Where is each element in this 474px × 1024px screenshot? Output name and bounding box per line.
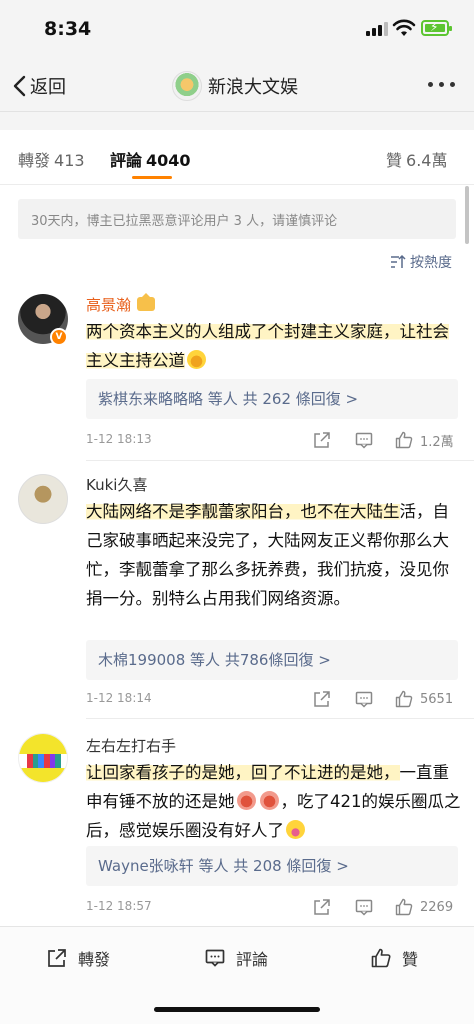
avatar[interactable] — [18, 733, 68, 783]
repost-icon — [48, 949, 66, 967]
comment-divider — [86, 460, 474, 461]
like-button[interactable]: 1.2萬 — [394, 430, 454, 450]
comment-username[interactable]: Kuki久喜 — [86, 474, 147, 495]
reply-user-link[interactable]: Wayne张咏轩 — [98, 857, 194, 875]
comment-date: 1-12 18:57 — [86, 899, 152, 913]
username-text: Kuki久喜 — [86, 476, 148, 494]
avatar[interactable] — [18, 474, 68, 524]
tab-label: 贊 — [386, 151, 403, 170]
like-post-button[interactable]: 贊 — [370, 946, 418, 970]
nav-bar: 返回 新浪大文娱 — [0, 60, 474, 112]
status-time: 8:34 — [44, 18, 92, 40]
comment-button[interactable]: 評論 — [204, 946, 268, 970]
comment-text-main: 让回家看孩子的是她，回了不让进的是她， — [86, 763, 400, 782]
like-count: 5651 — [420, 691, 454, 707]
tab-label: 轉發 — [18, 151, 51, 170]
tab-likes[interactable]: 贊 6.4萬 — [386, 147, 447, 171]
tab-count: 413 — [54, 151, 85, 170]
active-tab-indicator — [132, 176, 172, 179]
tab-comments[interactable]: 評論 4040 — [110, 147, 191, 171]
account-name: 新浪大文娱 — [208, 77, 298, 98]
replies-total: 共 208 條回復 > — [233, 857, 349, 875]
comment-meta: 1-12 18:14 5651 — [86, 689, 458, 711]
comment-label: 評論 — [236, 950, 269, 969]
angry-emoji-icon — [236, 791, 256, 810]
replies-mid: 等人 — [207, 390, 238, 408]
thumbs-up-icon — [395, 690, 413, 708]
like-button[interactable]: 5651 — [394, 689, 453, 709]
comment-divider — [86, 718, 474, 719]
comment-icon[interactable] — [354, 689, 374, 709]
sort-icon — [391, 254, 406, 268]
tab-bar: 轉發 413 評論 4040 贊 6.4萬 — [0, 130, 474, 185]
view-replies-button[interactable]: Wayne张咏轩 等人 共 208 條回復 > — [86, 846, 458, 886]
angry-emoji-icon — [259, 791, 279, 810]
verified-badge-icon: V — [50, 328, 68, 346]
comment-date: 1-12 18:13 — [86, 432, 152, 446]
tab-count: 6.4萬 — [406, 151, 448, 170]
laugh-cry-emoji-icon — [187, 350, 206, 369]
more-options-icon[interactable] — [428, 82, 460, 90]
thumbs-up-icon — [395, 431, 413, 449]
reply-user-link[interactable]: 木棉199008 — [98, 651, 185, 669]
replies-mid: 等人 — [190, 651, 221, 669]
comment-username[interactable]: 高景瀚 — [86, 293, 156, 315]
comment-meta: 1-12 18:57 2269 — [86, 897, 458, 919]
bottom-action-bar: 轉發 評論 贊 — [0, 926, 474, 1024]
sort-label: 按熱度 — [410, 255, 452, 271]
comment-icon — [205, 949, 225, 967]
tab-reposts[interactable]: 轉發 413 — [18, 147, 85, 171]
back-label: 返回 — [30, 77, 66, 98]
comment-date: 1-12 18:14 — [86, 691, 152, 705]
repost-button[interactable]: 轉發 — [46, 946, 110, 970]
tab-label: 評論 — [110, 151, 143, 170]
comment-text: 让回家看孩子的是她，回了不让进的是她，一直重申有锤不放的还是她 ，吃了421的娱乐… — [86, 758, 462, 845]
view-replies-button[interactable]: 紫棋东来略略略 等人 共 262 條回復 > — [86, 379, 458, 419]
chevron-left-icon — [13, 75, 26, 97]
replies-total: 共786條回復 > — [224, 651, 331, 669]
like-button[interactable]: 2269 — [394, 897, 453, 917]
section-separator — [0, 112, 474, 130]
replies-total: 共 262 條回復 > — [242, 390, 359, 408]
like-count: 2269 — [420, 899, 454, 915]
comment-text-main: 两个资本主义的人组成了个封建主义家庭，让社会主义主持公道 — [86, 322, 449, 370]
account-avatar — [172, 71, 202, 101]
share-icon[interactable] — [312, 897, 332, 917]
username-text: 高景瀚 — [86, 296, 132, 314]
comment-icon[interactable] — [354, 430, 374, 450]
comment-meta: 1-12 18:13 1.2萬 — [86, 430, 458, 452]
replies-mid: 等人 — [198, 857, 229, 875]
share-icon[interactable] — [312, 430, 332, 450]
comment-text: 两个资本主义的人组成了个封建主义家庭，让社会主义主持公道 — [86, 317, 462, 375]
back-button[interactable]: 返回 — [12, 70, 66, 102]
home-indicator[interactable] — [154, 1007, 320, 1012]
wifi-icon — [392, 19, 416, 36]
cellular-signal-icon — [366, 22, 388, 36]
like-count: 1.2萬 — [420, 434, 454, 450]
battery-icon: ⚡ — [421, 20, 452, 36]
sort-by-popularity-button[interactable]: 按熱度 — [390, 252, 452, 272]
status-bar: 8:34 ⚡ — [0, 0, 474, 60]
like-label: 贊 — [402, 950, 419, 969]
account-title[interactable]: 新浪大文娱 — [172, 70, 298, 102]
comment-username[interactable]: 左右左打右手 — [86, 735, 176, 756]
reply-user-link[interactable]: 紫棋东来略略略 — [98, 390, 203, 408]
view-replies-button[interactable]: 木棉199008 等人 共786條回復 > — [86, 640, 458, 680]
share-icon[interactable] — [312, 689, 332, 709]
comment-text: 大陆网络不是李靓蕾家阳台，也不在大陆生活，自己家破事晒起来没完了，大陆网友正义帮… — [86, 497, 462, 613]
repost-label: 轉發 — [78, 950, 111, 969]
username-text: 左右左打右手 — [86, 737, 177, 755]
yummy-emoji-icon — [286, 820, 305, 839]
comment-icon[interactable] — [354, 897, 374, 917]
blocked-users-notice: 30天内，博主已拉黑恶意评论用户 3 人，请谨慎评论 — [18, 199, 456, 239]
thumbs-up-icon — [371, 948, 391, 968]
comment-text-main: 大陆网络不是李靓蕾家阳台，也不在大陆生 — [86, 502, 400, 521]
tab-count: 4040 — [146, 151, 191, 170]
thumbs-up-icon — [395, 898, 413, 916]
scrollbar[interactable] — [465, 186, 469, 244]
vip-crown-icon — [137, 293, 156, 311]
